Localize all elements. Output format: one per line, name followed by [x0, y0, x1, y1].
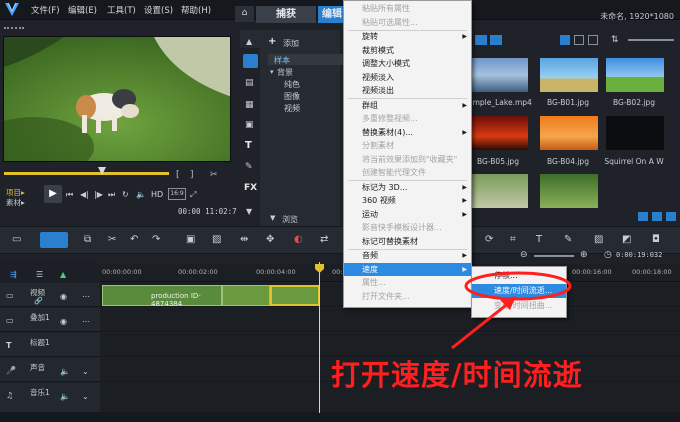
annotation-text: 打开速度/时间流逝	[331, 358, 583, 392]
annotation-arrow	[451, 300, 511, 350]
highlight-ellipse	[464, 271, 572, 301]
